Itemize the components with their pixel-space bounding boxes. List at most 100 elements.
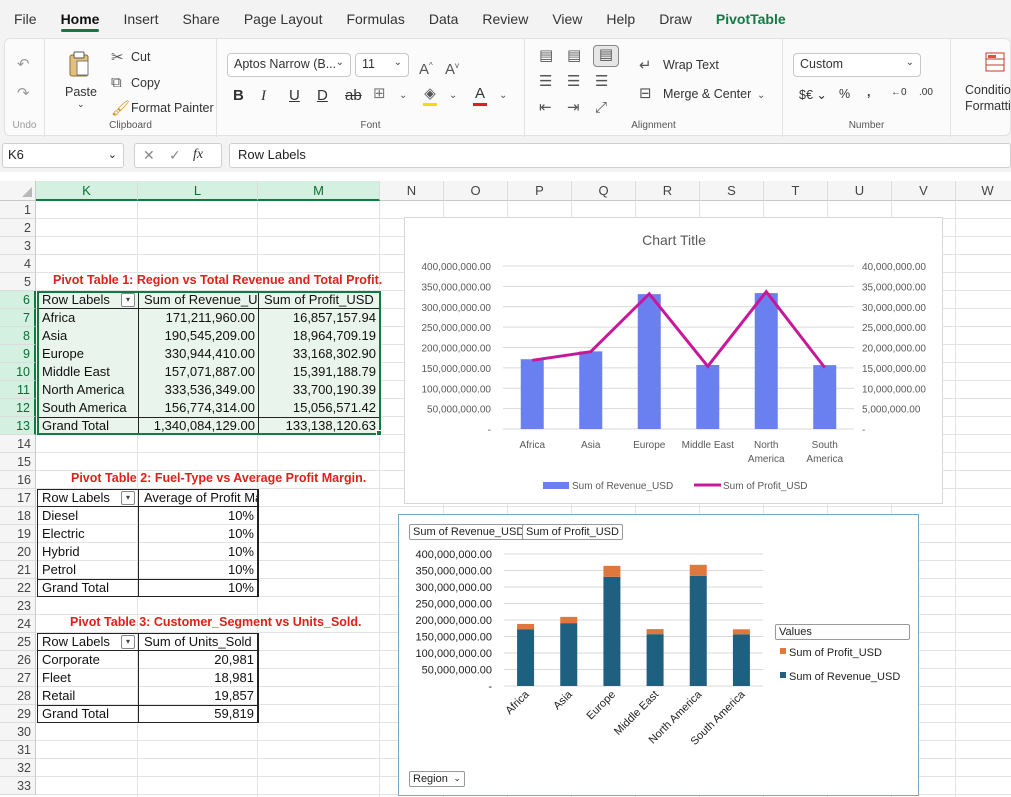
percent-icon[interactable]: % [839,87,850,101]
borders-icon[interactable]: ⊞ [373,85,386,103]
field-button-revenue[interactable]: Sum of Revenue_USD [409,524,529,540]
undo-icon[interactable]: ↶ [17,56,30,74]
menu-tab-data[interactable]: Data [429,0,459,38]
italic-icon[interactable]: I [261,87,266,105]
align-top-icon[interactable]: ▤ [539,47,553,65]
chevron-down-icon[interactable]: ⌄ [449,87,457,105]
chevron-down-icon[interactable]: ⌄ [757,87,765,105]
menu-tab-share[interactable]: Share [182,0,219,38]
row-header-24[interactable]: 24 [0,615,36,633]
row-header-18[interactable]: 18 [0,507,36,525]
align-left-icon[interactable]: ☰ [539,73,552,91]
menu-tab-page-layout[interactable]: Page Layout [244,0,323,38]
decrease-decimal-icon[interactable]: .00 [919,87,933,98]
row-header-15[interactable]: 15 [0,453,36,471]
row-header-25[interactable]: 25 [0,633,36,651]
column-header-v[interactable]: V [892,181,956,201]
select-all-corner[interactable] [0,181,36,201]
column-header-n[interactable]: N [380,181,444,201]
row-header-30[interactable]: 30 [0,723,36,741]
row-header-32[interactable]: 32 [0,759,36,777]
menu-tab-pivottable[interactable]: PivotTable [716,0,786,38]
merge-center-label[interactable]: Merge & Center [663,87,751,101]
format-painter-label[interactable]: Format Painter [131,101,214,115]
row-header-7[interactable]: 7 [0,309,36,327]
row-header-20[interactable]: 20 [0,543,36,561]
font-size-select[interactable]: 11 ⌄ [355,53,409,77]
column-header-p[interactable]: P [508,181,572,201]
redo-icon[interactable]: ↷ [17,85,30,103]
cancel-icon[interactable]: ✕ [143,147,155,164]
menu-tab-formulas[interactable]: Formulas [346,0,404,38]
row-header-11[interactable]: 11 [0,381,36,399]
fill-handle[interactable] [376,430,382,436]
bold-icon[interactable]: B [233,87,244,105]
decrease-indent-icon[interactable]: ⇤ [539,99,552,117]
underline-icon[interactable]: U [289,87,300,105]
row-header-8[interactable]: 8 [0,327,36,345]
row-header-9[interactable]: 9 [0,345,36,363]
column-header-r[interactable]: R [636,181,700,201]
field-button-profit[interactable]: Sum of Profit_USD [522,524,623,540]
row-header-1[interactable]: 1 [0,201,36,219]
row-header-29[interactable]: 29 [0,705,36,723]
row-header-16[interactable]: 16 [0,471,36,489]
row-header-13[interactable]: 13 [0,417,36,435]
align-center-icon[interactable]: ☰ [567,73,580,91]
column-header-t[interactable]: T [764,181,828,201]
column-header-k[interactable]: K [36,181,138,201]
row-header-10[interactable]: 10 [0,363,36,381]
align-middle-icon[interactable]: ▤ [567,47,581,65]
legend-field-button[interactable]: Values [775,624,910,640]
row-header-5[interactable]: 5 [0,273,36,291]
align-right-icon[interactable]: ☰ [595,73,608,91]
row-header-14[interactable]: 14 [0,435,36,453]
row-header-23[interactable]: 23 [0,597,36,615]
row-header-31[interactable]: 31 [0,741,36,759]
cut-label[interactable]: Cut [131,50,150,64]
menu-tab-view[interactable]: View [552,0,582,38]
font-name-select[interactable]: Aptos Narrow (B... ⌄ [227,53,351,77]
chevron-down-icon[interactable]: ⌄ [77,99,85,110]
row-header-22[interactable]: 22 [0,579,36,597]
column-header-q[interactable]: Q [572,181,636,201]
increase-decimal-icon[interactable]: ←0 [891,87,907,98]
row-header-4[interactable]: 4 [0,255,36,273]
fill-color-icon[interactable]: ◈ [423,85,437,106]
insert-function-icon[interactable]: fx [193,147,203,163]
combo-chart[interactable]: Chart Title - 50,000,000.00 100,000,000.00 1… [404,217,943,504]
row-header-21[interactable]: 21 [0,561,36,579]
conditional-formatting-button[interactable]: Conditio Formattin [953,39,1011,137]
orientation-icon[interactable]: ⤢ [595,99,607,117]
paste-button[interactable]: Paste ⌄ [59,47,99,117]
increase-indent-icon[interactable]: ⇥ [567,99,580,117]
wrap-text-icon[interactable]: ↵ [639,57,652,75]
increase-font-icon[interactable]: A^ [419,57,433,79]
row-header-3[interactable]: 3 [0,237,36,255]
menu-tab-review[interactable]: Review [482,0,528,38]
row-header-6[interactable]: 6 [0,291,36,309]
chevron-down-icon[interactable]: ⌄ [399,87,407,105]
row-header-27[interactable]: 27 [0,669,36,687]
decrease-font-icon[interactable]: Av [445,57,459,79]
row-header-26[interactable]: 26 [0,651,36,669]
align-bottom-icon[interactable]: ▤ [593,45,619,67]
column-header-w[interactable]: W [956,181,1011,201]
row-header-33[interactable]: 33 [0,777,36,795]
column-header-m[interactable]: M [258,181,380,201]
currency-icon[interactable]: $€ ⌄ [799,87,827,102]
row-header-28[interactable]: 28 [0,687,36,705]
strikethrough-icon[interactable]: ab [345,87,362,105]
region-field-button[interactable]: Region ⌄ [409,771,465,787]
menu-tab-insert[interactable]: Insert [123,0,158,38]
stacked-pivot-chart[interactable]: - 50,000,000.00 100,000,000.00 150,000,000.… [398,514,919,796]
row-header-19[interactable]: 19 [0,525,36,543]
merge-center-icon[interactable]: ⊟ [639,85,652,103]
copy-icon[interactable]: ⧉ [111,74,122,92]
column-header-o[interactable]: O [444,181,508,201]
enter-icon[interactable]: ✓ [169,147,181,164]
number-format-select[interactable]: Custom ⌄ [793,53,921,77]
comma-style-icon[interactable]: , [867,85,870,99]
formula-input[interactable]: Row Labels [229,143,1011,168]
column-header-s[interactable]: S [700,181,764,201]
